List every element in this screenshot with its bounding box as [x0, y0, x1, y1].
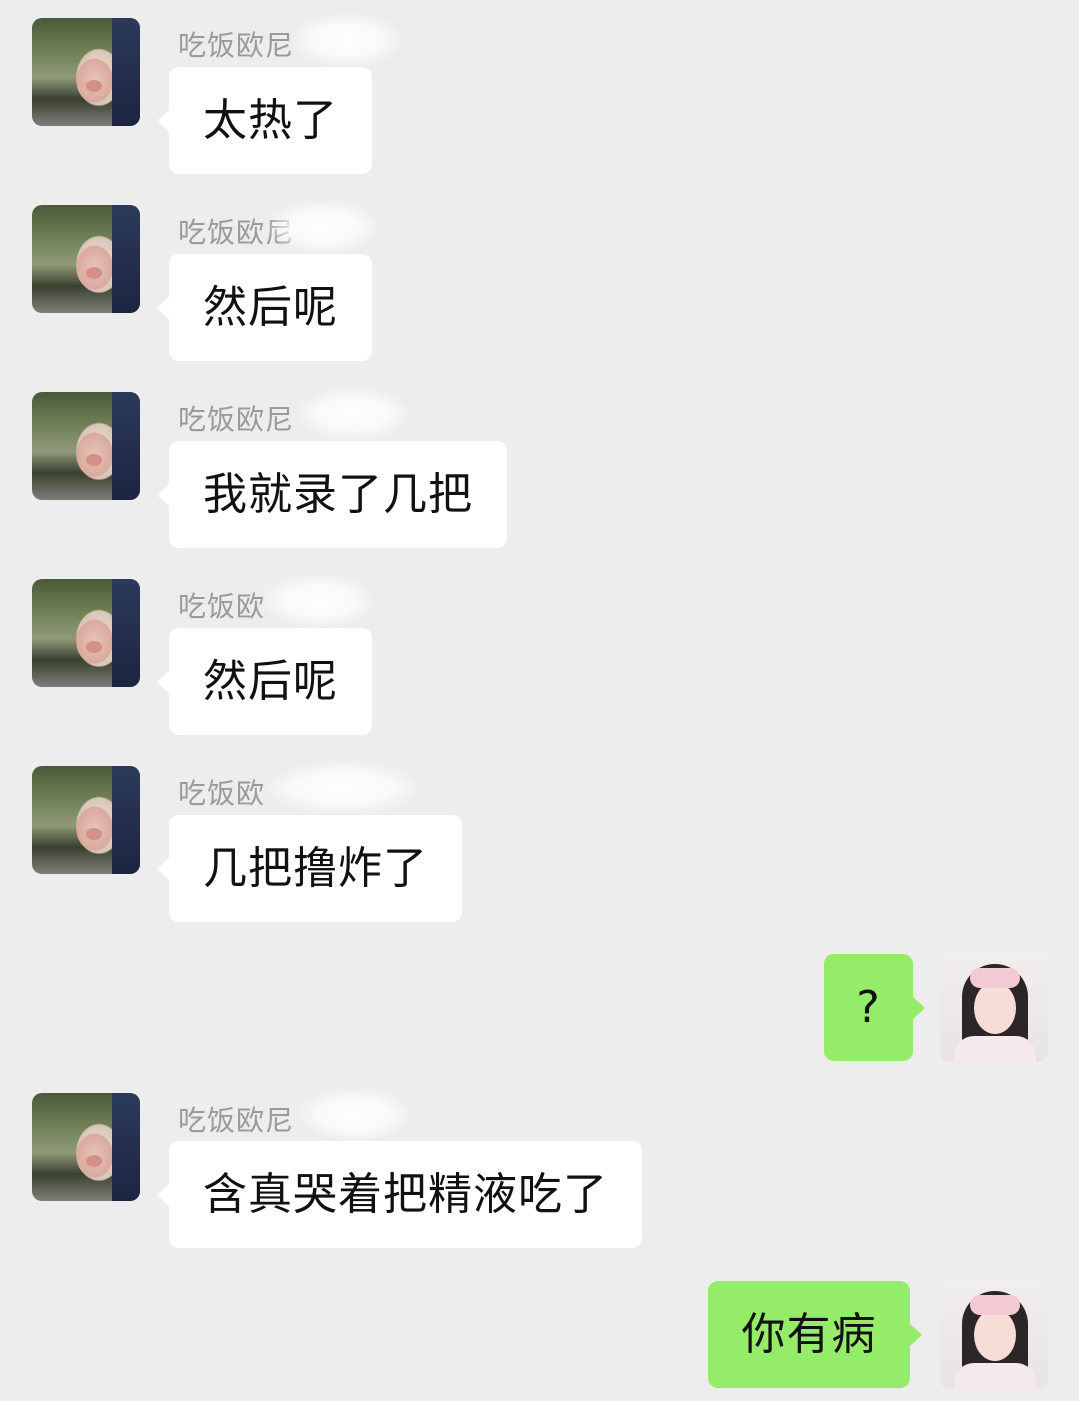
girl-avatar-icon[interactable]: [940, 954, 1048, 1062]
message-bubble[interactable]: 太热了: [157, 67, 372, 174]
girl-avatar-icon[interactable]: [940, 1281, 1048, 1389]
message-outgoing: ?: [0, 954, 1079, 1064]
message-incoming: 吃饭欧尼 含真哭着把精液吃了: [0, 1089, 1079, 1253]
pig-avatar-icon[interactable]: [32, 766, 140, 874]
pig-avatar-icon[interactable]: [32, 392, 140, 500]
message-incoming: 吃饭欧尼 太热了: [0, 14, 1079, 178]
message-bubble[interactable]: 你有病: [708, 1281, 922, 1388]
nickname-blur: [268, 201, 378, 253]
nickname-blur: [300, 1089, 410, 1141]
message-bubble[interactable]: 然后呢: [157, 628, 372, 735]
message-outgoing: 你有病: [0, 1281, 1079, 1391]
message-bubble[interactable]: 含真哭着把精液吃了: [157, 1141, 642, 1248]
pig-avatar-icon[interactable]: [32, 579, 140, 687]
message-bubble[interactable]: 我就录了几把: [157, 441, 507, 548]
nickname-blur: [268, 762, 418, 814]
message-incoming: 吃饭欧 几把撸炸了: [0, 762, 1079, 926]
nickname-blur: [292, 14, 402, 66]
sender-nickname: 吃饭欧: [178, 590, 266, 623]
message-bubble[interactable]: 几把撸炸了: [157, 815, 462, 922]
message-incoming: 吃饭欧尼 然后呢: [0, 201, 1079, 365]
message-bubble[interactable]: 然后呢: [157, 254, 372, 361]
message-incoming: 吃饭欧 然后呢: [0, 575, 1079, 739]
message-bubble[interactable]: ?: [824, 954, 925, 1061]
pig-avatar-icon[interactable]: [32, 205, 140, 313]
pig-avatar-icon[interactable]: [32, 1093, 140, 1201]
message-incoming: 吃饭欧尼 我就录了几把: [0, 388, 1079, 552]
pig-avatar-icon[interactable]: [32, 18, 140, 126]
sender-nickname: 吃饭欧尼: [178, 1104, 295, 1137]
nickname-blur: [298, 388, 408, 440]
sender-nickname: 吃饭欧: [178, 777, 266, 810]
sender-nickname: 吃饭欧尼: [178, 403, 295, 436]
sender-nickname: 吃饭欧尼: [178, 29, 295, 62]
nickname-blur: [264, 575, 374, 627]
